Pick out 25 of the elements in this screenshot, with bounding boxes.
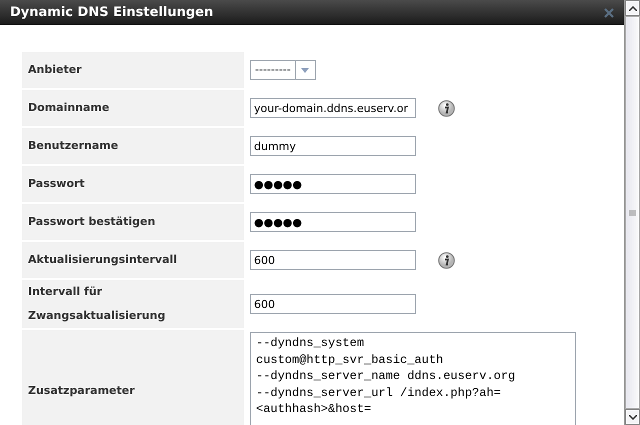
input-field[interactable]: 600	[250, 294, 416, 314]
caret-icon	[301, 68, 310, 72]
password-field[interactable]: ●●●●●	[250, 212, 416, 232]
field-label: Domainname	[22, 90, 244, 126]
field-label: Benutzername	[22, 128, 244, 164]
window-title: Dynamic DNS Einstellungen	[10, 4, 214, 22]
field-label: Zusatzparameter	[22, 330, 244, 425]
input-field[interactable]: your-domain.ddns.euserv.or	[250, 98, 416, 118]
input-field[interactable]: dummy	[250, 136, 416, 156]
password-field[interactable]: ●●●●●	[250, 174, 416, 194]
scroll-down-icon[interactable]	[628, 414, 636, 420]
info-icon[interactable]	[438, 100, 455, 116]
field-label: Passwort bestätigen	[22, 204, 244, 240]
close-icon[interactable]	[604, 8, 614, 18]
parameters-textarea[interactable]: --dyndns_system custom@http_svr_basic_auth --dyndns_server_name ddns.euserv.org --dyndns_server_url /index.php?ah= <authhash>&host=	[250, 332, 576, 425]
field-label: Anbieter	[22, 52, 244, 88]
field-label: Aktualisierungsintervall	[22, 242, 244, 278]
grip-icon[interactable]	[629, 210, 636, 216]
field-label: Intervall für Zwangsaktualisierung	[22, 280, 244, 328]
info-icon[interactable]	[438, 252, 455, 268]
scrollbar[interactable]	[624, 0, 640, 425]
input-field[interactable]: 600	[250, 250, 416, 270]
field-label: Passwort	[22, 166, 244, 202]
provider-dropdown[interactable]: ---------	[250, 60, 316, 80]
scroll-up-icon[interactable]	[628, 6, 636, 10]
